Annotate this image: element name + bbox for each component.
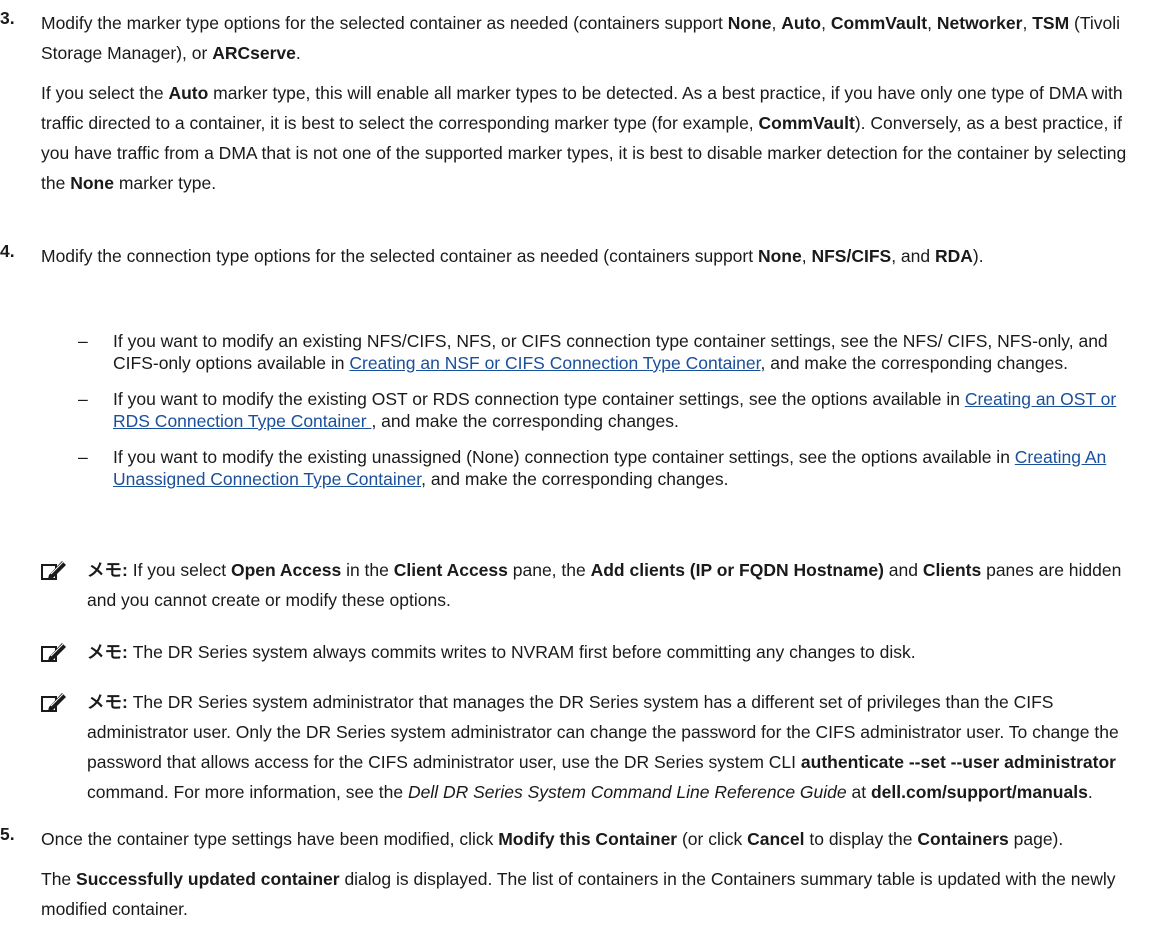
pencil-note-icon <box>41 693 66 712</box>
text-run: . <box>1087 782 1093 802</box>
text-run: , <box>821 13 831 33</box>
bold-term: Auto <box>168 83 209 103</box>
step-3: 3. Modify the marker type options for th… <box>0 8 1150 198</box>
bold-term: メモ: <box>87 692 133 712</box>
text-run: , and make the corresponding changes. <box>371 411 679 431</box>
text-run: , and <box>891 246 935 266</box>
bold-term: TSM <box>1032 13 1070 33</box>
text-run: at <box>846 782 871 802</box>
bold-term: Successfully updated container <box>76 869 340 889</box>
step-5: 5. Once the container type settings have… <box>0 824 1150 924</box>
bold-term: ARCserve <box>212 43 296 63</box>
pencil-note-icon <box>41 561 66 580</box>
bold-term: NFS/CIFS <box>811 246 892 266</box>
step-3-instruction: Modify the marker type options for the s… <box>41 8 1150 68</box>
bold-term: authenticate --set --user administrator <box>800 752 1116 772</box>
text-run: , and make the corresponding changes. <box>421 469 729 489</box>
bold-term: Modify this Container <box>498 829 678 849</box>
italic-title: Dell DR Series System Command Line Refer… <box>407 782 847 802</box>
list-item-text: If you want to modify the existing unass… <box>113 447 1106 489</box>
text-run: The <box>41 869 77 889</box>
step-number: 4. <box>0 241 15 261</box>
text-run: If you want to modify the existing unass… <box>113 447 1015 467</box>
step-number: 3. <box>0 8 15 28</box>
note-text: メモ: If you select Open Access in the Cli… <box>87 555 1151 615</box>
step-4-instruction: Modify the connection type options for t… <box>41 241 1150 271</box>
bold-term: None <box>757 246 802 266</box>
list-item: – If you want to modify the existing OST… <box>78 388 1150 432</box>
bold-term: Client Access <box>393 560 508 580</box>
note-open-access: メモ: If you select Open Access in the Cli… <box>41 555 1151 615</box>
dash-bullet: – <box>78 331 88 351</box>
dash-bullet: – <box>78 447 88 467</box>
bold-term: CommVault <box>830 13 928 33</box>
bold-term: None <box>727 13 772 33</box>
text-run: If you select the <box>41 83 169 103</box>
text-run: Modify the connection type options for t… <box>41 246 758 266</box>
text-run: If you select <box>132 560 231 580</box>
text-run: , <box>801 246 812 266</box>
pencil-note-icon <box>41 643 66 662</box>
bold-term: メモ: <box>87 560 133 580</box>
text-run: , <box>1022 13 1033 33</box>
text-run: (or click <box>677 829 748 849</box>
note-text: メモ: The DR Series system always commits … <box>87 637 1151 667</box>
text-run: to display the <box>804 829 918 849</box>
list-item: – If you want to modify an existing NFS/… <box>78 330 1150 374</box>
bold-term: メモ: <box>87 642 133 662</box>
text-run: marker type. <box>113 173 217 193</box>
text-run: command. For more information, see the <box>87 782 408 802</box>
text-run: , and make the corresponding changes. <box>760 353 1068 373</box>
note-text: メモ: The DR Series system administrator t… <box>87 687 1151 807</box>
bold-term: Containers <box>917 829 1009 849</box>
note-nvram: メモ: The DR Series system always commits … <box>41 637 1151 667</box>
list-item-text: If you want to modify the existing OST o… <box>113 389 1116 431</box>
text-run: , <box>771 13 782 33</box>
text-run: . <box>295 43 301 63</box>
note-cifs-admin: メモ: The DR Series system administrator t… <box>41 687 1151 807</box>
text-run: and <box>883 560 923 580</box>
cross-reference-link[interactable]: Creating an NSF or CIFS Connection Type … <box>349 353 760 373</box>
text-run: in the <box>341 560 394 580</box>
bold-term: Clients <box>922 560 982 580</box>
bold-term: Cancel <box>747 829 805 849</box>
step-5-instruction: Once the container type settings have be… <box>41 824 1150 854</box>
bold-term: Networker <box>936 13 1023 33</box>
text-run: Modify the marker type options for the s… <box>41 13 728 33</box>
bold-term: RDA <box>935 246 973 266</box>
step-number: 5. <box>0 824 15 844</box>
bold-term: None <box>70 173 114 193</box>
text-run: page). <box>1008 829 1064 849</box>
step-3-explanation: If you select the Auto marker type, this… <box>41 78 1150 198</box>
text-run: The DR Series system always commits writ… <box>132 642 916 662</box>
text-run: , <box>927 13 937 33</box>
list-item: – If you want to modify the existing una… <box>78 446 1150 490</box>
bold-term: Add clients (IP or FQDN Hostname) <box>590 560 884 580</box>
step-4: 4. Modify the connection type options fo… <box>0 241 1150 271</box>
bold-term: Auto <box>781 13 822 33</box>
text-run: Once the container type settings have be… <box>41 829 499 849</box>
bold-term: CommVault <box>758 113 855 133</box>
step-5-result: The Successfully updated container dialo… <box>41 864 1150 924</box>
list-item-text: If you want to modify an existing NFS/CI… <box>113 331 1108 373</box>
bold-term: Open Access <box>230 560 342 580</box>
connection-type-options-list: – If you want to modify an existing NFS/… <box>78 330 1150 504</box>
text-run: pane, the <box>507 560 591 580</box>
bold-term: dell.com/support/manuals <box>870 782 1088 802</box>
text-run: If you want to modify the existing OST o… <box>113 389 965 409</box>
dash-bullet: – <box>78 389 88 409</box>
text-run: ). <box>972 246 984 266</box>
